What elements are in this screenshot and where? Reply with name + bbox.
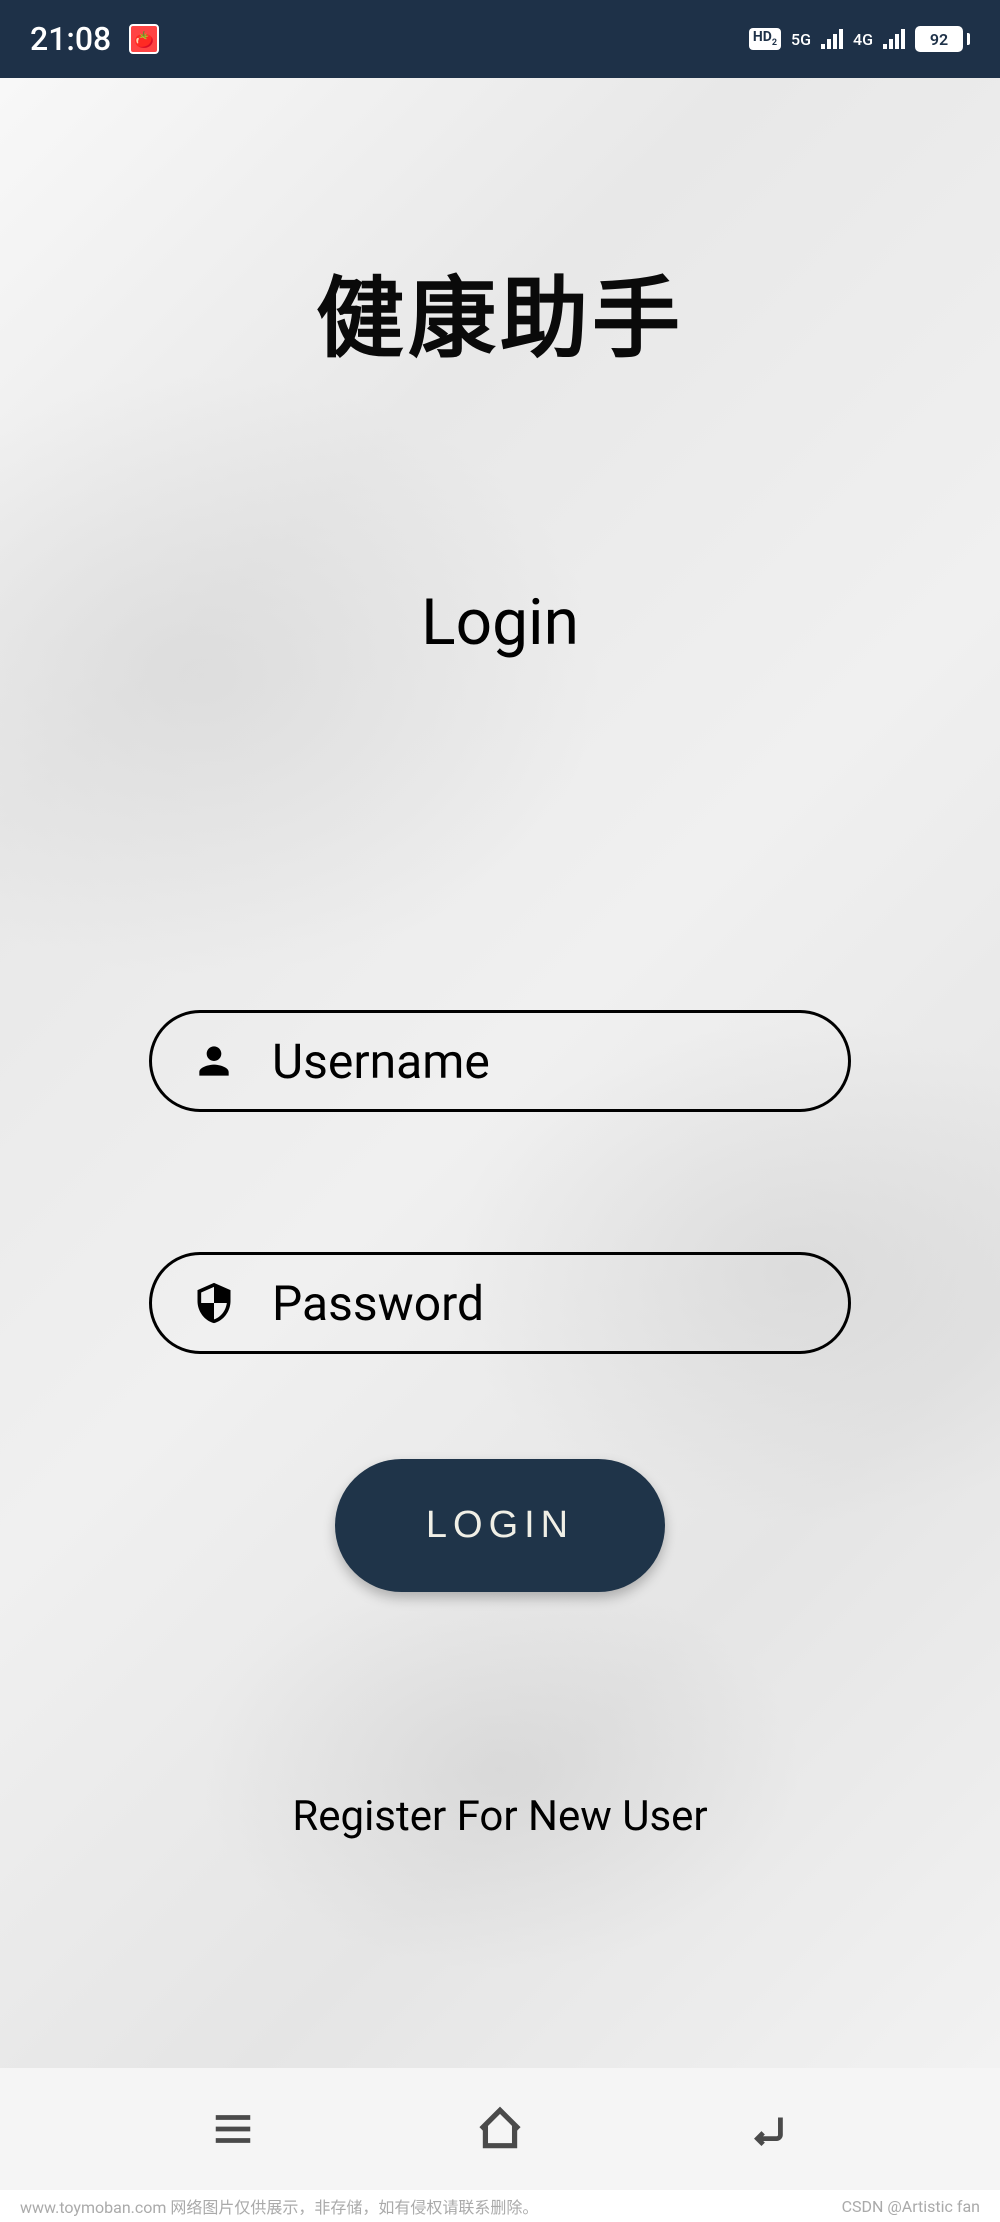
username-input[interactable]	[272, 1033, 881, 1090]
app-title: 健康助手	[316, 248, 684, 375]
app-notification-icon: 🍅	[129, 24, 159, 54]
status-right: HD2 5G 4G 92	[749, 26, 970, 52]
shield-icon	[192, 1281, 236, 1325]
username-field[interactable]	[149, 1010, 851, 1112]
person-icon	[192, 1039, 236, 1083]
signal-bars-4g-icon	[883, 29, 905, 49]
watermark-right: CSDN @Artistic fan	[842, 2197, 980, 2216]
battery-icon: 92	[915, 26, 970, 52]
home-icon	[475, 2104, 525, 2154]
status-left: 21:08 🍅	[30, 20, 159, 58]
login-button[interactable]: LOGIN	[335, 1459, 665, 1592]
battery-level: 92	[915, 26, 963, 52]
back-button[interactable]	[737, 2099, 797, 2159]
password-field[interactable]	[149, 1252, 851, 1354]
back-icon	[744, 2106, 790, 2152]
network-4g-label: 4G	[853, 30, 873, 49]
home-button[interactable]	[470, 2099, 530, 2159]
watermark-left: www.toymoban.com 网络图片仅供展示，非存储，如有侵权请联系删除。	[20, 2194, 538, 2218]
status-time: 21:08	[30, 20, 111, 58]
menu-icon	[210, 2106, 256, 2152]
status-bar: 21:08 🍅 HD2 5G 4G 92	[0, 0, 1000, 78]
main-content: 健康助手 Login LOGIN Register For New User	[0, 78, 1000, 2068]
register-link[interactable]: Register For New User	[292, 1792, 707, 1841]
signal-bars-5g-icon	[821, 29, 843, 49]
hd-badge-icon: HD2	[749, 28, 781, 50]
login-heading: Login	[421, 585, 579, 660]
footer-watermark: www.toymoban.com 网络图片仅供展示，非存储，如有侵权请联系删除。…	[0, 2190, 1000, 2222]
network-5g-label: 5G	[791, 30, 811, 49]
navigation-bar	[0, 2068, 1000, 2190]
password-input[interactable]	[272, 1275, 881, 1332]
menu-button[interactable]	[203, 2099, 263, 2159]
